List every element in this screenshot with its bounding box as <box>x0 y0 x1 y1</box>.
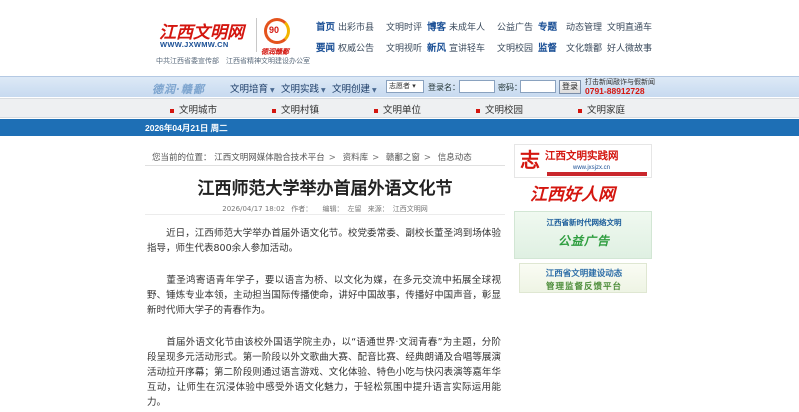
article-paragraph: 首届外语文化节由该校外国语学院主办，以“语通世界·文润青春”为主题，分阶段呈现多… <box>147 337 501 408</box>
ad-title: 江西好人网 <box>530 185 615 205</box>
article-paragraph: 董圣鸿寄语青年学子，要以语言为桥、以文化为媒，在多元交流中拓展全球视野、锤炼专业… <box>147 275 501 316</box>
ad-title: 公益广告 <box>557 234 610 248</box>
ad-public-service[interactable]: 江西省新时代网络文明 公益广告 <box>514 211 652 259</box>
chevron-down-icon: ▼ <box>270 87 275 94</box>
editor-label: 编辑： <box>322 205 344 213</box>
menu-label: 文明实践 <box>281 84 320 95</box>
breadcrumb-separator: > <box>423 153 432 163</box>
nav-link[interactable]: 文明校园 <box>497 42 533 56</box>
subnav-civilized-family[interactable]: 文明家庭 <box>578 102 625 116</box>
article-date: 2026/04/17 18:02 <box>222 205 286 213</box>
breadcrumb-item[interactable]: 资料库 <box>343 153 369 163</box>
menu-cultivation[interactable]: 文明培育 ▼ <box>230 81 275 95</box>
login-label: 登录名： <box>428 83 460 92</box>
bullet-square-icon <box>476 108 480 113</box>
breadcrumb-item[interactable]: 赣鄱之窗 <box>386 153 420 163</box>
menu-label: 文明培育 <box>230 84 269 95</box>
nav-special[interactable]: 专题 <box>538 21 557 35</box>
breadcrumb: 您当前的位置： 江西文明网媒体融合技术平台 > 资料库 > 赣鄱之窗 > 信息动态 <box>152 151 472 163</box>
nav-link[interactable]: 公益广告 <box>497 21 533 35</box>
nav-link[interactable]: 文明视听 <box>386 42 422 56</box>
password-label: 密码： <box>498 83 522 92</box>
hotline-phone: 0791-88912728 <box>585 86 645 96</box>
logo-url: WWW.JXWMW.CN <box>160 40 229 49</box>
source-label: 来源： <box>367 205 389 213</box>
site-header: 江西文明网 WWW.JXWMW.CN 90 德润赣鄱 中共江西省委宣传部 江西省… <box>0 0 799 76</box>
password-input[interactable] <box>520 80 556 93</box>
chevron-down-icon: ▼ <box>372 87 377 94</box>
breadcrumb-item[interactable]: 信息动态 <box>438 153 472 163</box>
subnav-label: 文明校园 <box>485 105 524 116</box>
select-value: 志愿者 <box>389 82 410 90</box>
ad-subtitle: 江西省新时代网络文明 <box>546 218 622 227</box>
ad-subtitle: 管理监督反馈平台 <box>545 282 622 292</box>
article-editor: 左留 <box>347 205 362 213</box>
nav-link[interactable]: 出彩市县 <box>338 21 374 35</box>
practice-logo-icon: 志 <box>520 148 540 172</box>
subnav-civilized-campus[interactable]: 文明校园 <box>476 102 523 116</box>
date-bar: 2026年04月21日 周二 <box>0 119 799 136</box>
menu-creation[interactable]: 文明创建 ▼ <box>332 81 377 95</box>
nav-link[interactable]: 文明直通车 <box>607 21 652 35</box>
nav-link[interactable]: 权威公告 <box>338 42 374 56</box>
nav-link[interactable]: 宣讲轻车 <box>449 42 485 56</box>
ad-feedback-platform[interactable]: 江西省文明建设动态 管理监督反馈平台 <box>519 263 647 293</box>
ad-bar <box>547 172 647 176</box>
badge-number: 90 <box>269 25 280 35</box>
ad-civilization-practice[interactable]: 志 江西文明实践网 www.jxsjzx.cn <box>514 144 652 178</box>
divider <box>145 214 505 215</box>
nav-link[interactable]: 文明时评 <box>386 21 422 35</box>
divider <box>145 165 505 166</box>
nav-link[interactable]: 未成年人 <box>449 21 485 35</box>
article-source: 江西文明网 <box>392 205 428 213</box>
current-date: 2026年04月21日 周二 <box>145 123 228 133</box>
logo-divider <box>256 18 257 52</box>
subnav-label: 文明城市 <box>179 105 218 116</box>
chevron-down-icon: ▼ <box>321 87 326 94</box>
nav-link[interactable]: 动态管理 <box>566 21 602 35</box>
bullet-square-icon <box>170 108 174 113</box>
breadcrumb-separator: > <box>372 153 380 163</box>
login-name-input[interactable] <box>459 80 495 93</box>
subnav-civilized-unit[interactable]: 文明单位 <box>374 102 421 116</box>
bullet-square-icon <box>578 108 582 113</box>
toolbar: 德润·赣鄱 文明培育 ▼ 文明实践 ▼ 文明创建 ▼ 志愿者 ▾ 登录名： 密码： 登… <box>0 76 799 97</box>
author-label: 作者： <box>291 205 313 213</box>
breadcrumb-item[interactable]: 江西文明网媒体融合技术平台 <box>214 153 325 163</box>
ad-url: www.jxsjzx.cn <box>573 165 611 171</box>
nav-home[interactable]: 首页 <box>316 21 335 35</box>
menu-label: 文明创建 <box>332 84 371 95</box>
subnav-label: 文明家庭 <box>587 105 626 116</box>
article-title: 江西师范大学举办首届外语文化节 <box>197 179 453 199</box>
subnav-label: 文明单位 <box>383 105 422 116</box>
nav-blog[interactable]: 博客 <box>427 21 446 35</box>
login-button[interactable]: 登录 <box>559 80 581 94</box>
ad-title: 江西省文明建设动态 <box>545 269 623 279</box>
ad-title: 江西文明实践网 <box>545 150 619 162</box>
article-meta: 2026/04/17 18:02 作者： 编辑： 左留 来源： 江西文明网 <box>145 204 505 214</box>
category-nav: 文明城市 文明村镇 文明单位 文明校园 文明家庭 <box>0 98 799 118</box>
ad-good-people[interactable]: 江西好人网 <box>514 178 652 208</box>
breadcrumb-prefix: 您当前的位置： <box>152 153 212 163</box>
nav-link[interactable]: 文化赣鄱 <box>566 42 602 56</box>
subnav-label: 文明村镇 <box>281 105 320 116</box>
user-type-select[interactable]: 志愿者 ▾ <box>386 80 424 93</box>
nav-link[interactable]: 好人微故事 <box>607 42 652 56</box>
nav-new-style[interactable]: 新风 <box>427 42 446 56</box>
subnav-civilized-city[interactable]: 文明城市 <box>170 102 217 116</box>
breadcrumb-separator: > <box>328 153 336 163</box>
article-paragraph: 近日，江西师范大学举办首届外语文化节。校党委常委、副校长董圣鸿到场体验指导，师生… <box>147 228 501 254</box>
nav-news[interactable]: 要闻 <box>316 42 335 56</box>
bullet-square-icon <box>272 108 276 113</box>
hotline[interactable]: 打击新闻敲诈与假新闻 0791-88912728 <box>585 78 655 96</box>
toolbar-banner: 德润·赣鄱 <box>152 83 205 96</box>
menu-practice[interactable]: 文明实践 ▼ <box>281 81 326 95</box>
nav-supervision[interactable]: 监督 <box>538 42 557 56</box>
org-line: 中共江西省委宣传部 江西省精神文明建设办公室 <box>156 57 310 65</box>
subnav-civilized-village[interactable]: 文明村镇 <box>272 102 319 116</box>
bullet-square-icon <box>374 108 378 113</box>
